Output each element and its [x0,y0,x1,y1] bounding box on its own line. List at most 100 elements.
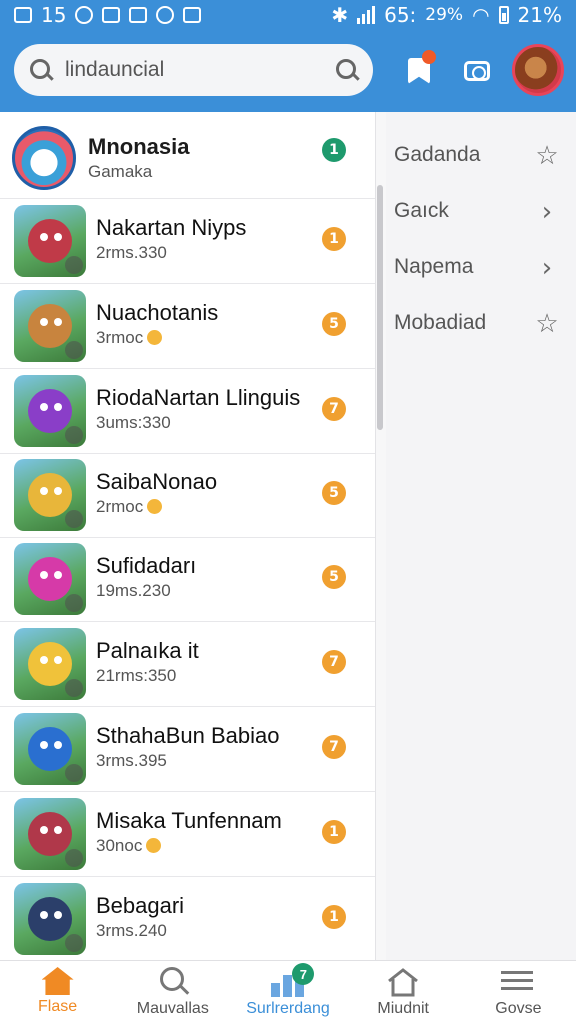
bookmark-button[interactable] [400,50,438,90]
list-item[interactable]: Bebagari 3rms.240 1 [0,877,375,960]
wifi-icon: ◠ [472,3,490,27]
subtitle-text: 30noc [96,836,143,855]
game-thumbnail [14,375,86,447]
list-item-subtitle: 19ms.230 [96,581,171,601]
game-thumbnail [12,126,76,190]
character-face [28,304,72,348]
list-item[interactable]: Nuachotanis 3rmoc 5 [0,284,375,369]
list-item[interactable]: SaibaNonao 2rmoc 5 [0,453,375,538]
camera-icon [464,61,490,81]
panel-item-label: Mobadiad [394,311,487,334]
briefcase-icon [183,7,202,23]
character-face [28,557,72,601]
thumbnail-badge-icon [65,256,83,274]
game-thumbnail [14,628,86,700]
list-item[interactable]: Nakartan Niyps 2rms.330 1 [0,199,375,284]
list-item-subtitle: 21rms:350 [96,666,176,686]
list-item[interactable]: SthahaBun Babiao 3rms.395 7 [0,707,375,792]
panel-item-mobadiad[interactable]: Mobadiad ☆ [386,295,576,351]
status-left-text: 15 [41,3,67,27]
panel-item-gaick[interactable]: Gaıck › [386,183,576,239]
eye [40,571,48,579]
list-item-title: SthahaBun Babiao [96,723,280,748]
avatar[interactable] [512,44,564,96]
tab-label: Govse [495,1000,542,1017]
eye [40,911,48,919]
thumbnail-badge-icon [65,341,83,359]
list-item[interactable]: RiodaNartan Llinguis 3ums:330 7 [0,369,375,454]
list-item-subtitle: 3ums:330 [96,413,171,433]
subtitle-text: 3rmoc [96,328,144,347]
tab-chart[interactable]: 7 Surlrerdang [230,961,345,1024]
list-item-title: Palnaıka it [96,638,199,663]
subtitle-text: 3rms.395 [96,751,167,770]
list-item[interactable]: Sufidadarı 19ms.230 5 [0,537,375,622]
eye [54,403,62,411]
count-badge: 1 [322,138,346,162]
game-thumbnail [14,459,86,531]
tab-label: Flase [38,998,78,1015]
subtitle-text: 2rmoc [96,497,144,516]
panel-item-gadanda[interactable]: Gadanda ☆ [386,127,576,183]
tab-badge: 7 [292,963,315,985]
search-bar[interactable] [14,44,373,96]
eye [54,826,62,834]
search-submit-icon[interactable] [336,59,357,81]
tab-house[interactable]: Miudnit [346,961,461,1024]
star-icon[interactable]: ☆ [534,311,560,337]
count-badge: 5 [322,312,346,336]
count-badge: 1 [322,905,346,929]
bluetooth-icon: ✱ [331,3,349,27]
tab-home[interactable]: Flase [0,961,115,1024]
chevron-right-icon: › [541,197,553,227]
character-face [28,812,72,856]
subtitle-text: 3rms.240 [96,921,167,940]
list-item[interactable]: Mnonasia Gamaka 1 [0,112,375,199]
tab-label: Surlrerdang [246,1000,330,1017]
tab-label: Miudnit [377,1000,429,1017]
list-item-title: Sufidadarı [96,553,197,578]
news-icon [129,7,148,23]
search-input[interactable] [65,58,336,82]
count-badge: 1 [322,820,346,844]
list-item[interactable]: Misaka Tunfennam 30noc 1 [0,792,375,877]
bottom-nav: Flase Mauvallas 7 Surlrerdang Miudnit Go… [0,960,576,1024]
panel-item-napema[interactable]: Napema › [386,239,576,295]
tab-list[interactable]: Govse [461,961,576,1024]
home-icon [41,967,74,995]
clock-icon [75,6,94,24]
eye [54,656,62,664]
eye [54,487,62,495]
eye [54,911,62,919]
eye [40,233,48,241]
star-icon[interactable]: ☆ [534,143,560,169]
status-left: 15 [14,3,202,27]
thumbnail-badge-icon [65,594,83,612]
save-icon [14,7,32,23]
game-thumbnail [14,543,86,615]
count-badge: 5 [322,565,346,589]
status-right: ✱ 65: 29% ◠ 21% [331,3,562,27]
camera-button[interactable] [458,52,496,90]
at-icon [156,6,175,24]
subtitle-text: 19ms.230 [96,581,171,600]
search-icon [30,59,51,81]
list-item-subtitle: 3rmoc [96,328,163,348]
eye [54,571,62,579]
scrollbar[interactable] [377,185,383,430]
eye [40,318,48,326]
coin-icon [147,499,163,514]
character-face [28,897,72,941]
thumbnail-badge-icon [65,934,83,952]
notification-dot [422,50,436,64]
app-icon [102,7,121,23]
subtitle-text: 3ums:330 [96,413,171,432]
character-face [28,727,72,771]
eye [40,403,48,411]
eye [54,233,62,241]
list-item-title: RiodaNartan Llinguis [96,385,301,410]
list-item[interactable]: Palnaıka it 21rms:350 7 [0,622,375,707]
app-bar [0,30,576,112]
game-thumbnail [14,290,86,362]
tab-search[interactable]: Mauvallas [115,961,230,1024]
